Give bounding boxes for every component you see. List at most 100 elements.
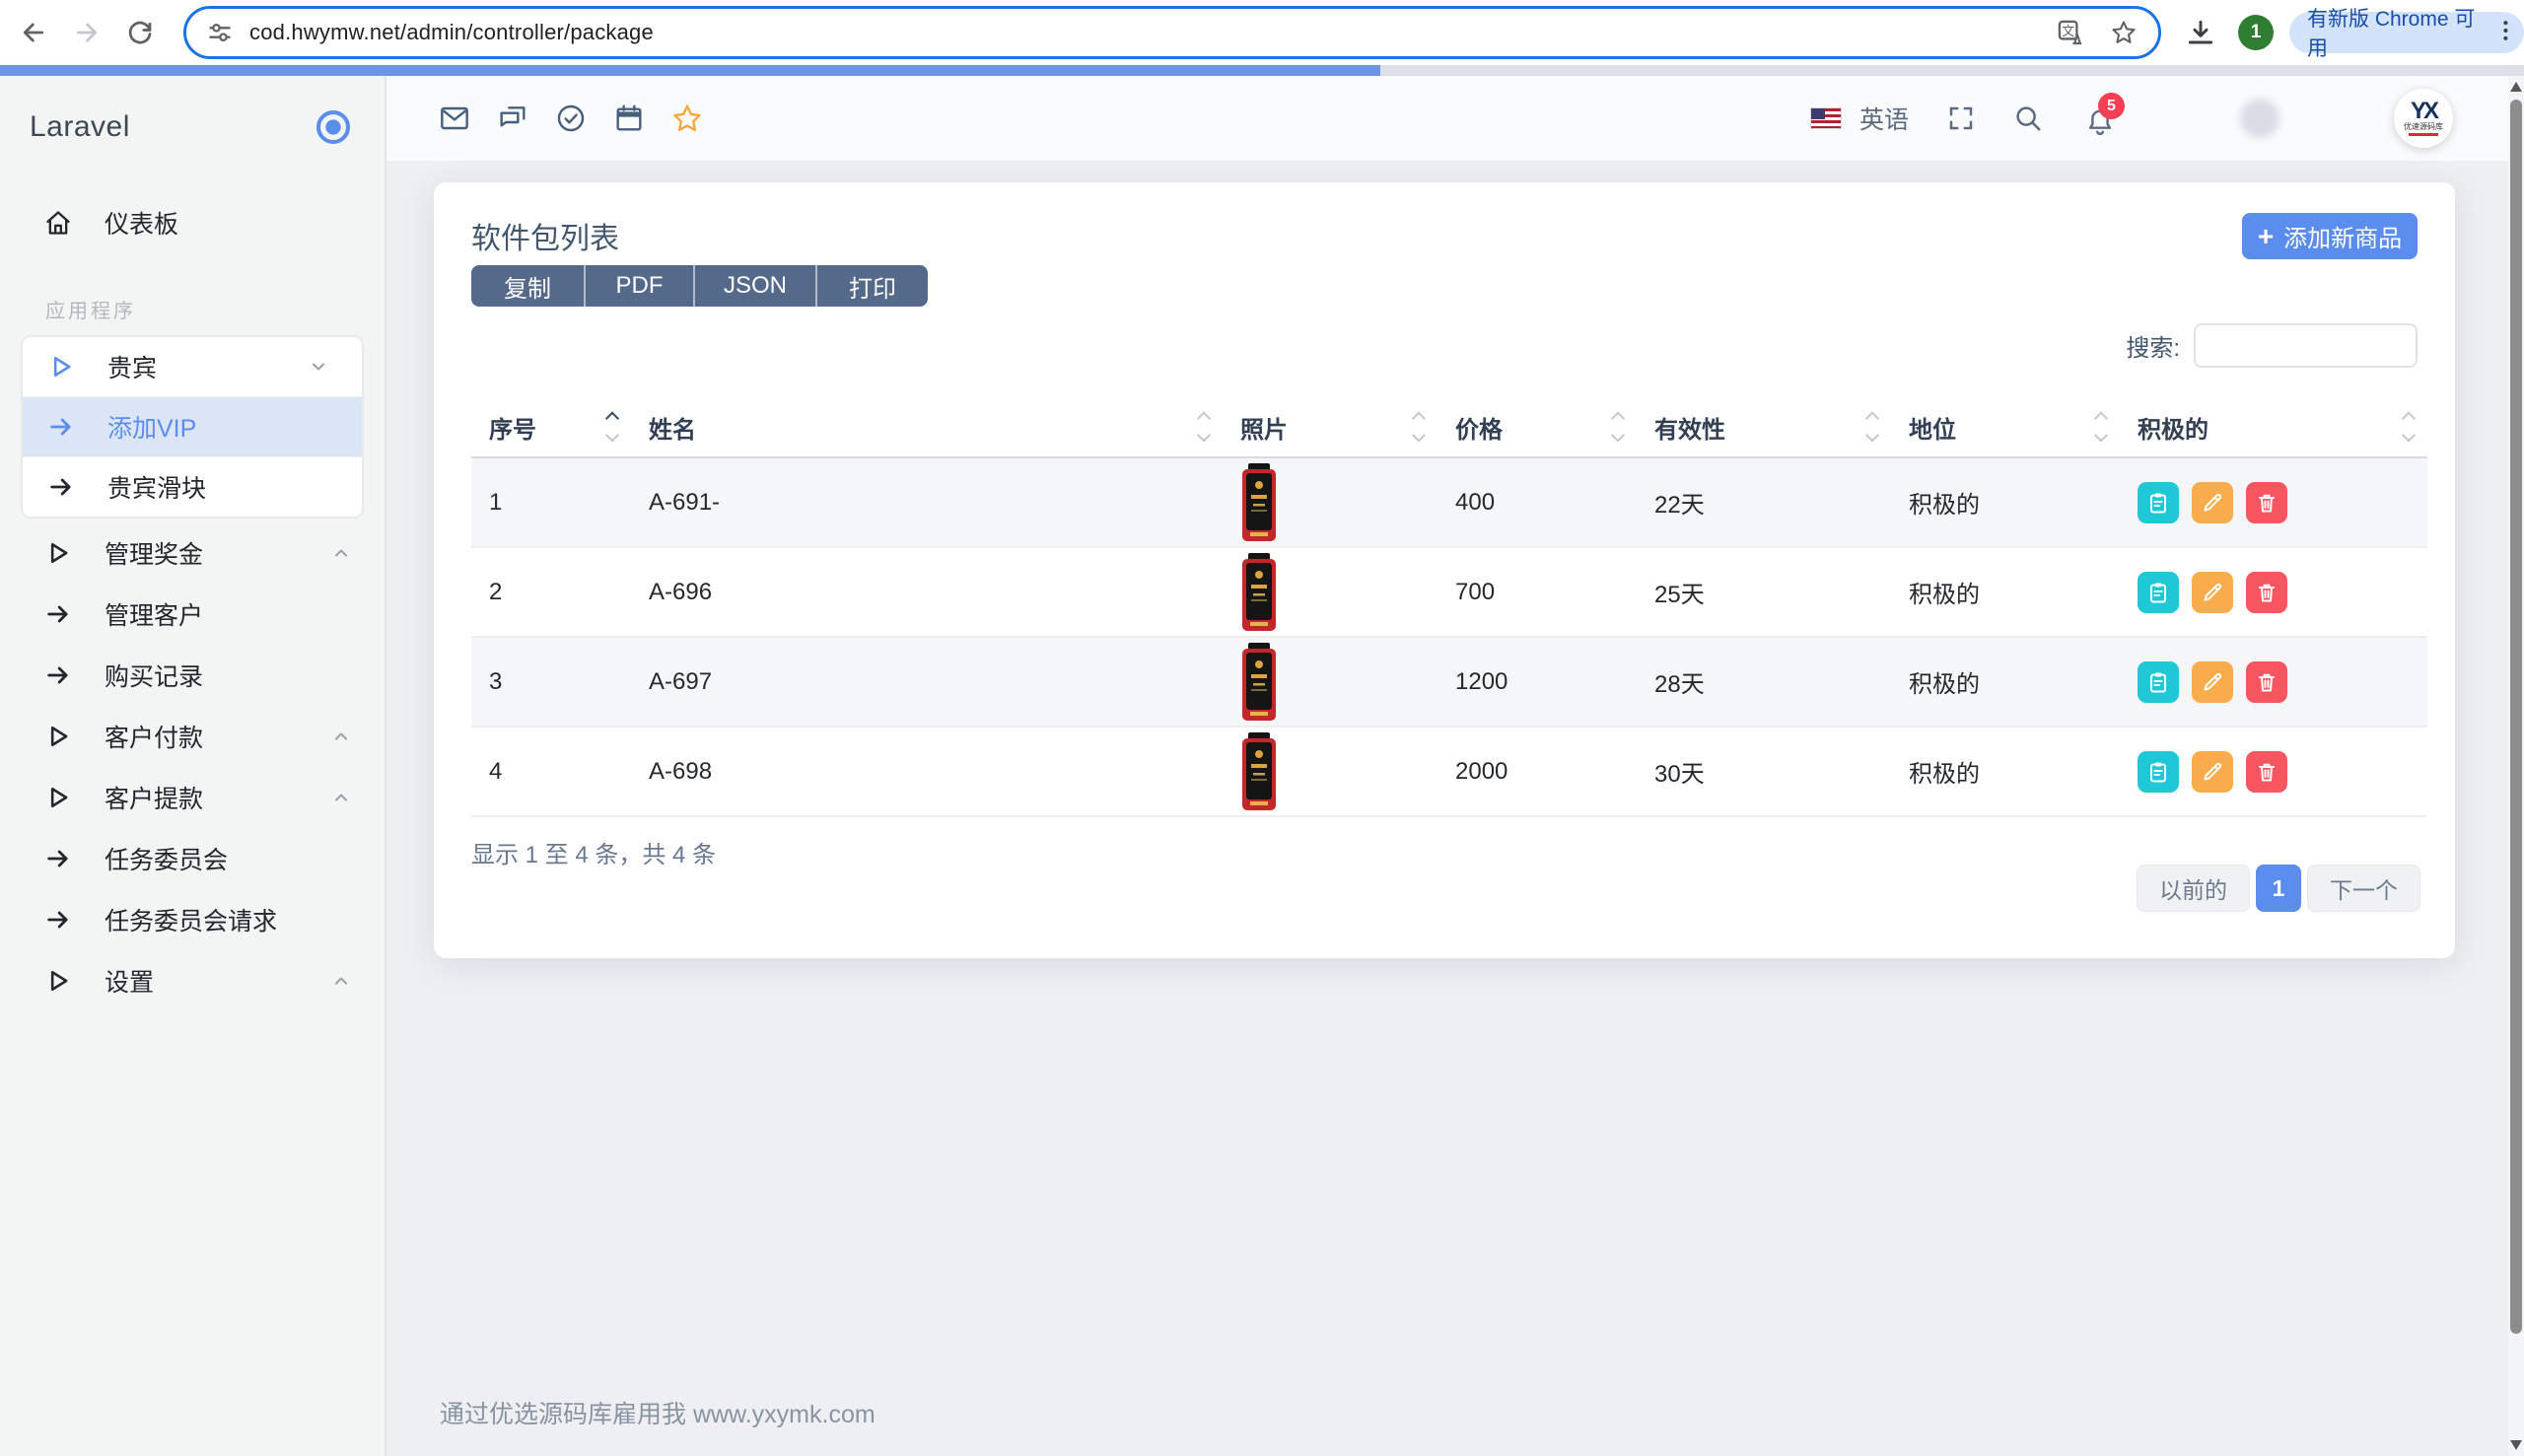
column-header-active[interactable]: 积极的 <box>2120 397 2427 456</box>
previous-page-button[interactable]: 以前的 <box>2137 865 2250 912</box>
scrollbar-down-arrow[interactable] <box>2510 1440 2522 1450</box>
sidebar-item-vip-slider[interactable]: 贵宾滑块 <box>23 456 362 517</box>
browser-menu-icon[interactable] <box>2495 18 2516 47</box>
user-avatar[interactable] <box>2240 99 2279 138</box>
address-bar[interactable]: cod.hwymw.net/admin/controller/package 文 <box>183 6 2161 59</box>
chrome-update-button[interactable]: 有新版 Chrome 可用 <box>2289 12 2524 53</box>
search-input[interactable] <box>2194 323 2418 368</box>
mail-icon[interactable] <box>438 102 471 135</box>
cell-photo <box>1223 458 1437 546</box>
json-button[interactable]: JSON <box>693 265 815 307</box>
page-scrollbar[interactable] <box>2508 76 2524 1456</box>
cell-validity: 22天 <box>1637 458 1891 546</box>
chat-icon[interactable] <box>496 102 529 135</box>
us-flag-icon[interactable] <box>1810 107 1842 129</box>
next-page-button[interactable]: 下一个 <box>2307 865 2420 912</box>
delete-button[interactable] <box>2246 482 2287 523</box>
search-icon[interactable] <box>2013 104 2043 133</box>
delete-button[interactable] <box>2246 572 2287 613</box>
page-number-button[interactable]: 1 <box>2256 865 2301 912</box>
cell-actions <box>2120 638 2427 726</box>
check-circle-icon[interactable] <box>554 102 588 135</box>
logo-monogram: YX <box>2411 98 2436 124</box>
sidebar-item-manage-bonus[interactable]: 管理奖金 <box>0 522 385 584</box>
package-list-card: 软件包列表 复制 PDF JSON 打印 + 添加新商品 搜索: <box>434 182 2455 958</box>
sidebar-item-settings[interactable]: 设置 <box>0 950 385 1011</box>
sidebar-item-label: 管理客户 <box>105 596 203 632</box>
reload-icon[interactable] <box>122 15 158 50</box>
arrow-right-icon <box>46 472 76 502</box>
column-header-price[interactable]: 价格 <box>1437 397 1637 456</box>
forward-icon[interactable] <box>69 15 105 50</box>
cell-name: A-697 <box>631 638 1223 726</box>
delete-button[interactable] <box>2246 751 2287 793</box>
sidebar-item-purchase-records[interactable]: 购买记录 <box>0 645 385 706</box>
delete-button[interactable] <box>2246 661 2287 703</box>
bookmark-star-icon[interactable] <box>2109 18 2138 47</box>
scrollbar-thumb[interactable] <box>2510 100 2522 1334</box>
cell-status: 积极的 <box>1891 458 2120 546</box>
star-icon[interactable] <box>670 102 704 135</box>
sidebar-toggle-icon[interactable] <box>314 107 353 147</box>
edit-button[interactable] <box>2192 572 2233 613</box>
print-button[interactable]: 打印 <box>815 265 928 307</box>
edit-button[interactable] <box>2192 482 2233 523</box>
calendar-icon[interactable] <box>612 102 646 135</box>
edit-button[interactable] <box>2192 751 2233 793</box>
translate-icon[interactable]: 文 <box>2056 18 2085 47</box>
cell-price: 2000 <box>1437 728 1637 815</box>
column-header-name[interactable]: 姓名 <box>631 397 1223 456</box>
scrollbar-up-arrow[interactable] <box>2510 82 2522 92</box>
cell-actions <box>2120 458 2427 546</box>
logo-text: 优速源码库 <box>2404 122 2443 131</box>
view-button[interactable] <box>2138 661 2179 703</box>
cell-price: 700 <box>1437 548 1637 636</box>
url-text: cod.hwymw.net/admin/controller/package <box>249 20 654 45</box>
notifications-bell[interactable]: 5 <box>2084 101 2116 136</box>
pdf-button[interactable]: PDF <box>584 265 693 307</box>
view-button[interactable] <box>2138 751 2179 793</box>
language-label[interactable]: 英语 <box>1859 101 1909 136</box>
table-row: 2A-69670025天积极的 <box>471 548 2427 638</box>
column-header-no[interactable]: 序号 <box>471 397 631 456</box>
sidebar-item-manage-customers[interactable]: 管理客户 <box>0 584 385 645</box>
sidebar-item-task-committee[interactable]: 任务委员会 <box>0 828 385 889</box>
app-header: 英语 5 YX 优速源码库 <box>386 76 2524 161</box>
table-header-row: 序号 姓名 照片 价格 <box>471 397 2427 458</box>
sidebar-item-label: 仪表板 <box>105 205 178 241</box>
download-icon[interactable] <box>2185 17 2216 48</box>
sidebar-item-customer-payments[interactable]: 客户付款 <box>0 706 385 767</box>
cell-no: 4 <box>471 728 631 815</box>
column-header-status[interactable]: 地位 <box>1891 397 2120 456</box>
column-header-photo[interactable]: 照片 <box>1223 397 1437 456</box>
cell-photo <box>1223 638 1437 726</box>
site-info-icon[interactable] <box>206 19 234 46</box>
page-title: 软件包列表 <box>471 214 619 257</box>
sidebar-item-label: 添加VIP <box>107 409 196 445</box>
fullscreen-icon[interactable] <box>1946 104 1976 133</box>
copy-button[interactable]: 复制 <box>471 265 584 307</box>
svg-text:文: 文 <box>2062 24 2074 38</box>
sidebar-item-label: 设置 <box>105 963 154 999</box>
product-photo <box>1240 643 1278 722</box>
product-photo <box>1240 553 1278 632</box>
browser-profile-avatar[interactable]: 1 <box>2238 15 2274 50</box>
sidebar-item-customer-withdrawals[interactable]: 客户提款 <box>0 767 385 828</box>
add-product-button[interactable]: + 添加新商品 <box>2242 213 2418 259</box>
sort-icons <box>1613 414 1623 441</box>
view-button[interactable] <box>2138 572 2179 613</box>
edit-button[interactable] <box>2192 661 2233 703</box>
column-header-validity[interactable]: 有效性 <box>1637 397 1891 456</box>
view-button[interactable] <box>2138 482 2179 523</box>
site-logo[interactable]: YX 优速源码库 <box>2394 89 2453 148</box>
sidebar-item-label: 贵宾 <box>107 349 157 384</box>
sidebar-item-dashboard[interactable]: 仪表板 <box>0 192 385 253</box>
sidebar-item-vip[interactable]: 贵宾 <box>23 337 362 396</box>
sidebar-item-task-committee-requests[interactable]: 任务委员会请求 <box>0 889 385 950</box>
brand-logo[interactable]: Laravel <box>30 110 130 144</box>
sidebar-item-label: 任务委员会请求 <box>105 902 277 937</box>
sidebar-item-add-vip[interactable]: 添加VIP <box>23 396 362 456</box>
table-row: 3A-697120028天积极的 <box>471 638 2427 728</box>
cell-actions <box>2120 728 2427 815</box>
back-icon[interactable] <box>16 15 51 50</box>
